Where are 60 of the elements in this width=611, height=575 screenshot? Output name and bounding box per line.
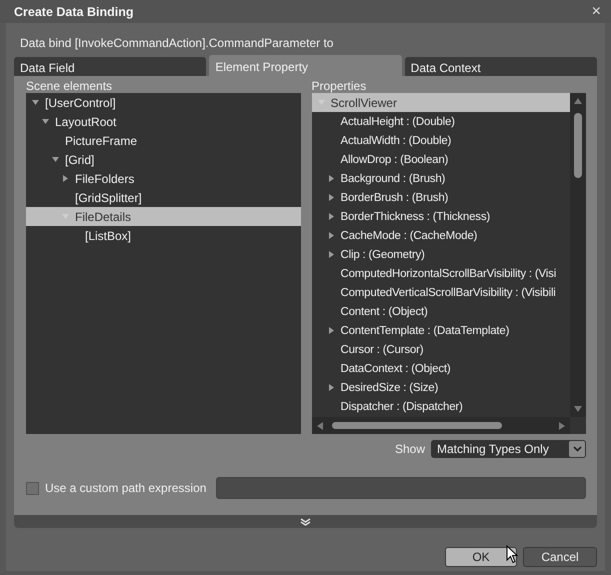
property-group[interactable]: ScrollViewer — [312, 93, 570, 112]
scrollbar-thumb[interactable] — [574, 113, 582, 178]
tree-item[interactable]: FileDetails — [26, 207, 300, 226]
checkbox-label: Use a custom path expression — [45, 481, 206, 495]
property-item[interactable]: Content : (Object) — [312, 302, 570, 321]
expanded-arrow-icon[interactable] — [32, 99, 39, 106]
property-item[interactable]: Background : (Brush) — [312, 169, 570, 188]
property-item[interactable]: ComputedHorizontalScrollBarVisibility : (Visi — [312, 264, 570, 283]
collapsed-arrow-icon[interactable] — [328, 327, 334, 334]
expanded-arrow-icon[interactable] — [42, 118, 49, 125]
vertical-scrollbar[interactable] — [570, 93, 586, 417]
binding-description: Data bind [InvokeCommandAction].CommandParameter to — [20, 36, 334, 50]
tab[interactable]: Data Field — [14, 57, 206, 76]
property-item[interactable]: Clip : (Geometry) — [312, 245, 570, 264]
scroll-down-arrow-icon[interactable] — [574, 406, 582, 412]
tab[interactable]: Element Property — [209, 55, 402, 76]
tab[interactable]: Data Context — [404, 57, 597, 76]
scrollbar-thumb[interactable] — [332, 422, 502, 429]
scroll-right-arrow-icon[interactable] — [559, 422, 565, 430]
tree-item[interactable]: LayoutRoot — [26, 112, 300, 131]
expanded-arrow-icon[interactable] — [52, 156, 59, 163]
collapsed-arrow-icon[interactable] — [62, 175, 69, 182]
window-title: Create Data Binding — [14, 4, 134, 18]
tree-item[interactable]: FileFolders — [26, 169, 300, 188]
property-item[interactable]: ContentTemplate : (DataTemplate) — [312, 321, 570, 340]
property-item[interactable]: ActualWidth : (Double) — [312, 131, 570, 150]
tree-item[interactable]: [ListBox] — [26, 226, 300, 245]
close-button[interactable]: × — [590, 4, 603, 20]
property-item[interactable]: Cursor : (Cursor) — [312, 340, 570, 359]
mouse-pointer-icon — [506, 545, 518, 564]
checkbox[interactable] — [26, 482, 39, 494]
collapsed-arrow-icon[interactable] — [328, 213, 334, 220]
show-label: Show — [394, 442, 425, 456]
properties-label: Properties — [312, 79, 368, 93]
scene-elements-label: Scene elements — [26, 79, 114, 93]
property-item[interactable]: AllowDrop : (Boolean) — [312, 150, 570, 169]
scroll-up-arrow-icon[interactable] — [574, 98, 582, 104]
show-dropdown[interactable]: Matching Types Only — [431, 440, 586, 458]
chevron-down-icon — [572, 446, 582, 452]
tree-item[interactable]: [UserControl] — [26, 93, 300, 112]
double-chevron-down-icon — [300, 518, 311, 526]
tree-item[interactable]: PictureFrame — [26, 131, 300, 150]
collapsed-arrow-icon[interactable] — [328, 232, 334, 239]
collapsed-arrow-icon[interactable] — [328, 384, 334, 391]
property-item[interactable]: DataContext : (Object) — [312, 359, 570, 378]
horizontal-scrollbar[interactable] — [312, 417, 570, 434]
property-item[interactable]: BorderThickness : (Thickness) — [312, 207, 570, 226]
property-item[interactable]: ActualHeight : (Double) — [312, 112, 570, 131]
property-item[interactable]: BorderBrush : (Brush) — [312, 188, 570, 207]
property-item[interactable]: DesiredSize : (Size) — [312, 378, 570, 397]
cancel-button[interactable]: Cancel — [523, 547, 597, 567]
property-item[interactable]: CacheMode : (CacheMode) — [312, 226, 570, 245]
collapsed-arrow-icon[interactable] — [328, 251, 334, 258]
tree-item[interactable]: [GridSplitter] — [26, 188, 300, 207]
property-item[interactable]: Dispatcher : (Dispatcher) — [312, 397, 570, 416]
property-item[interactable]: ComputedVerticalScrollBarVisibility : (Visibili — [312, 283, 570, 302]
tree-item[interactable]: [Grid] — [26, 150, 300, 169]
scroll-left-arrow-icon[interactable] — [316, 422, 322, 430]
collapsed-arrow-icon[interactable] — [328, 175, 334, 182]
collapsed-arrow-icon[interactable] — [328, 194, 334, 201]
